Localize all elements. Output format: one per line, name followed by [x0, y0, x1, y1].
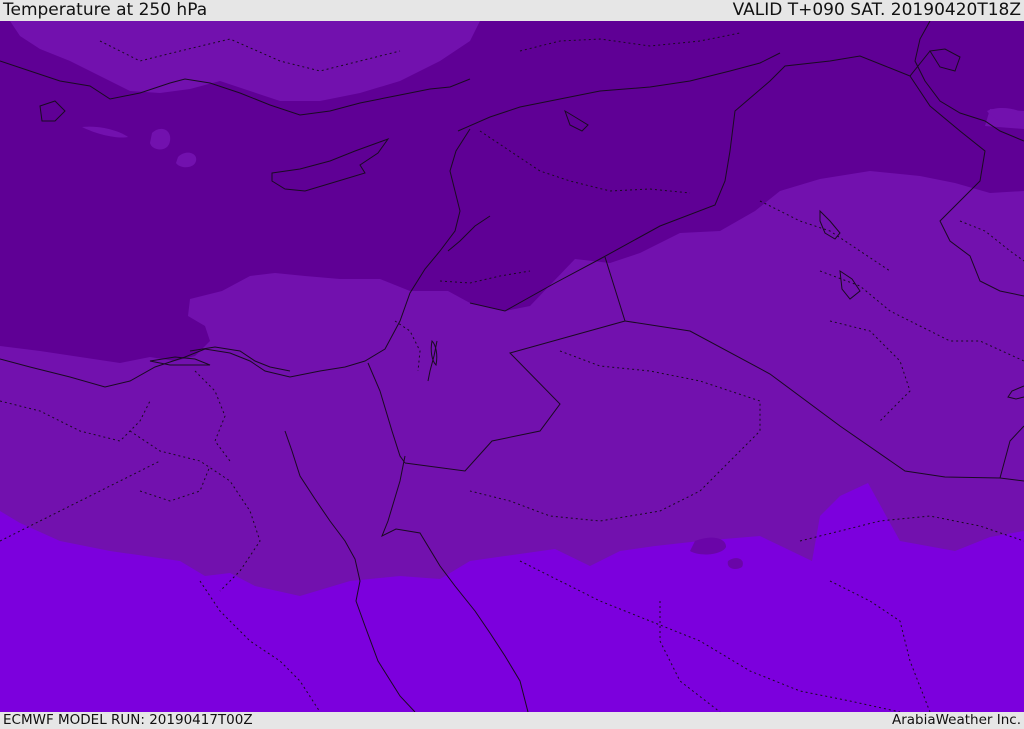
map-chart-frame: Temperature at 250 hPa VALID T+090 SAT. …: [0, 0, 1024, 729]
header-bar: Temperature at 250 hPa VALID T+090 SAT. …: [0, 0, 1024, 21]
model-run-label: ECMWF MODEL RUN: 20190417T00Z: [3, 712, 253, 728]
temperature-map: [0, 21, 1024, 712]
valid-time-label: VALID T+090 SAT. 20190420T18Z: [732, 0, 1021, 20]
chart-title: Temperature at 250 hPa: [3, 0, 208, 20]
credit-label: ArabiaWeather Inc.: [891, 712, 1021, 728]
footer-bar: ECMWF MODEL RUN: 20190417T00Z ArabiaWeat…: [0, 712, 1024, 729]
temperature-patch-small-5: [727, 558, 743, 569]
